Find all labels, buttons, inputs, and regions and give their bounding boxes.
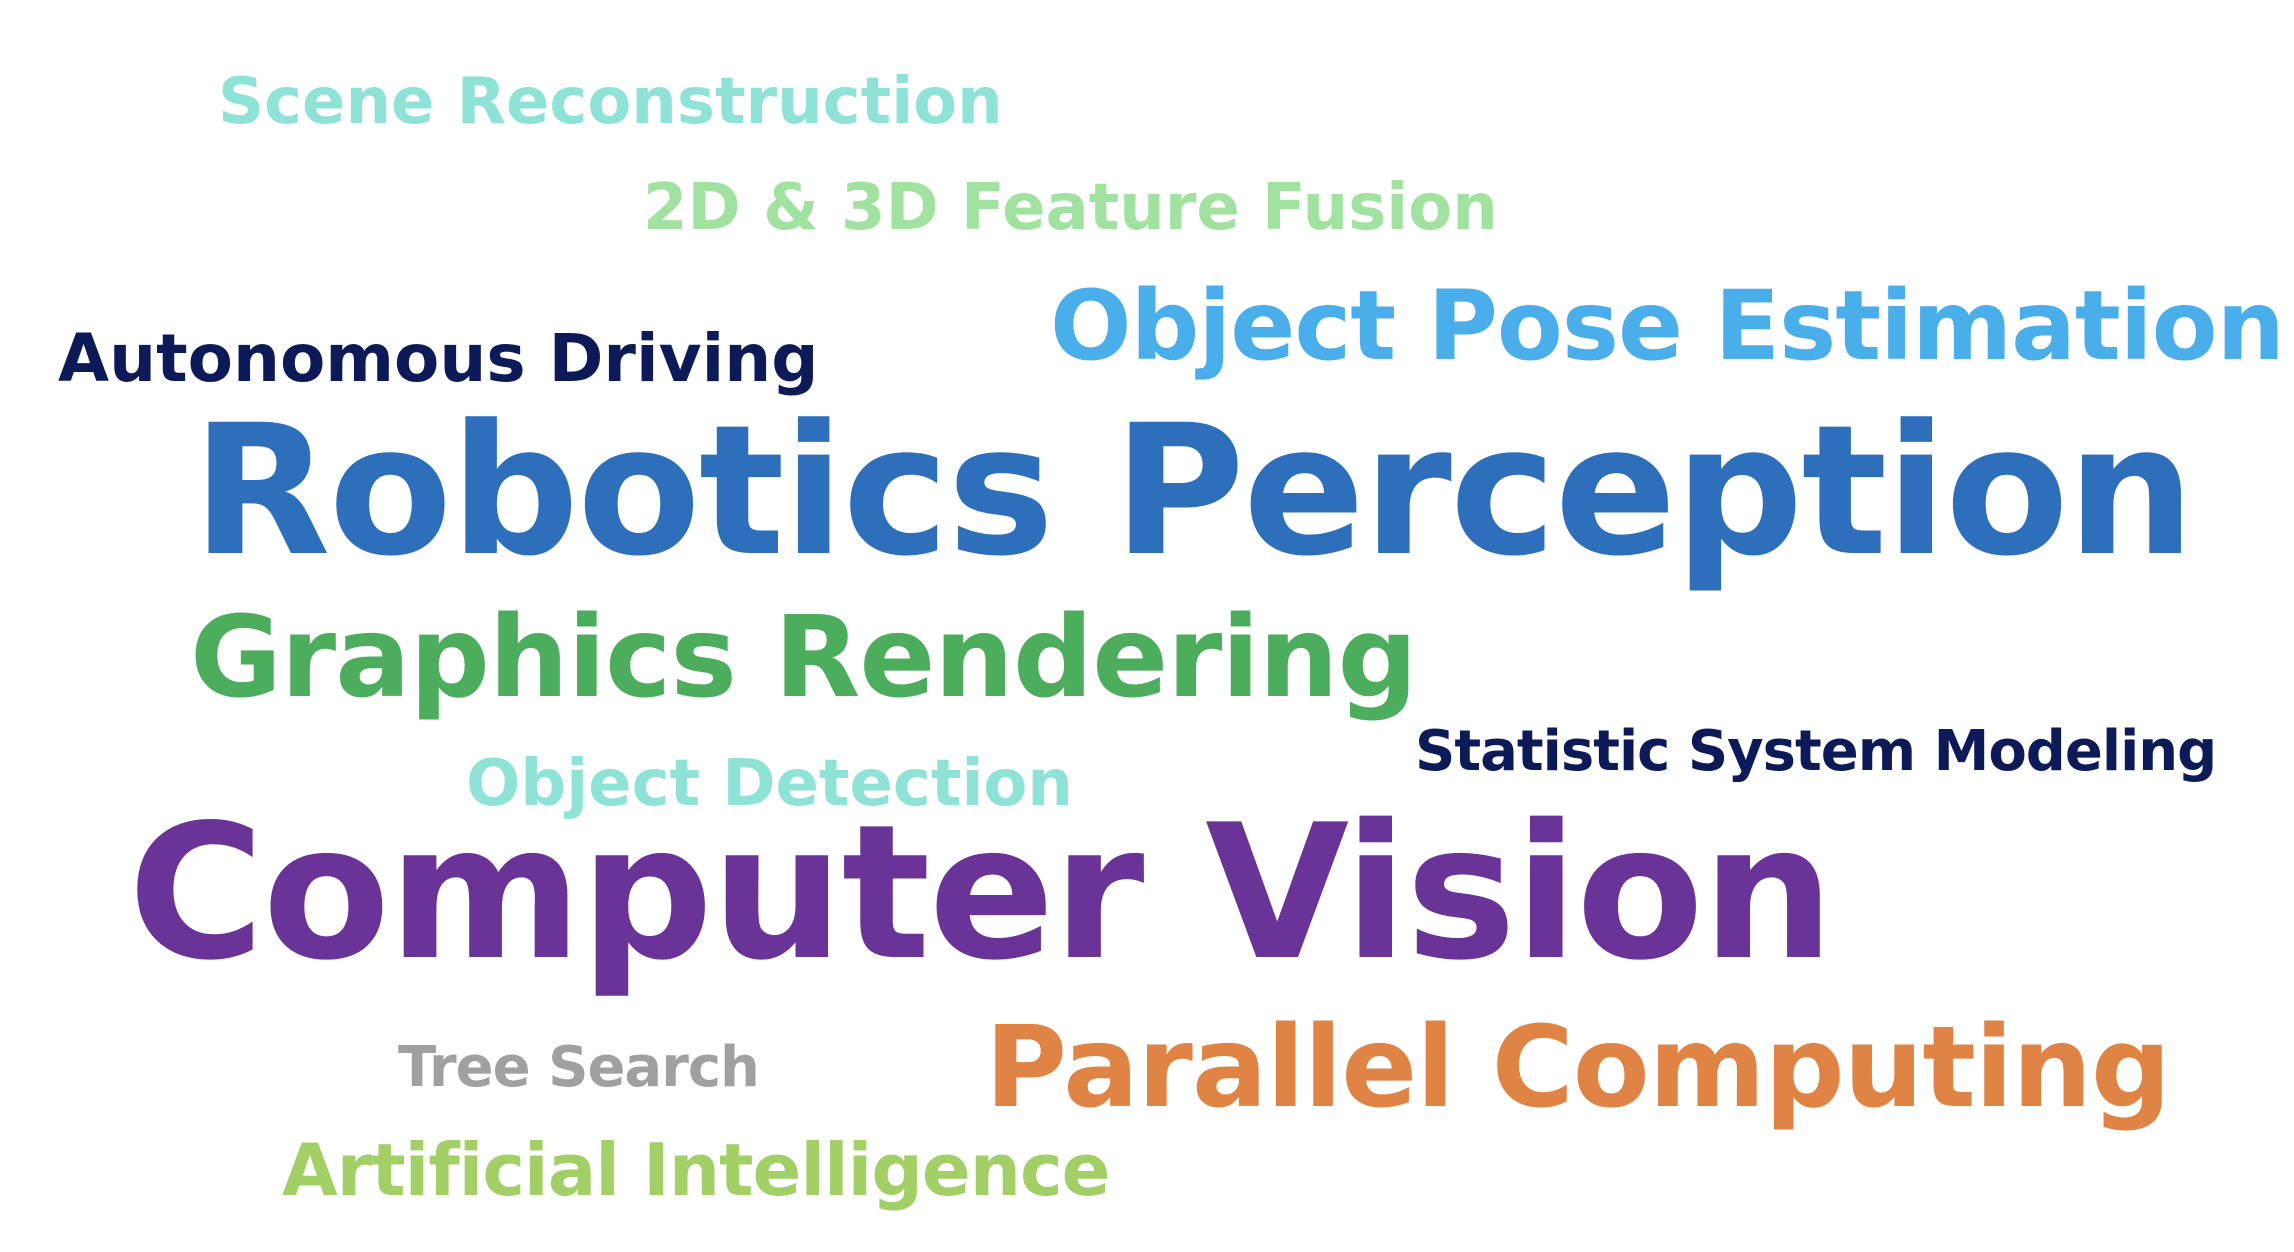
word-object-pose-estimation: Object Pose Estimation	[1050, 270, 2285, 382]
word-robotics-perception: Robotics Perception	[192, 387, 2195, 596]
word-artificial-intelligence: Artificial Intelligence	[282, 1128, 1110, 1212]
word-graphics-rendering: Graphics Rendering	[190, 593, 1418, 723]
word-tree-search: Tree Search	[398, 1035, 760, 1100]
word-statistic-system-modeling: Statistic System Modeling	[1415, 719, 2217, 784]
word-parallel-computing: Parallel Computing	[985, 1003, 2171, 1133]
word-feature-fusion: 2D & 3D Feature Fusion	[643, 171, 1498, 245]
word-scene-reconstruction: Scene Reconstruction	[218, 65, 1003, 139]
word-computer-vision: Computer Vision	[128, 784, 1834, 1001]
word-cloud: Scene Reconstruction 2D & 3D Feature Fus…	[0, 0, 2294, 1252]
word-autonomous-driving: Autonomous Driving	[58, 320, 819, 397]
